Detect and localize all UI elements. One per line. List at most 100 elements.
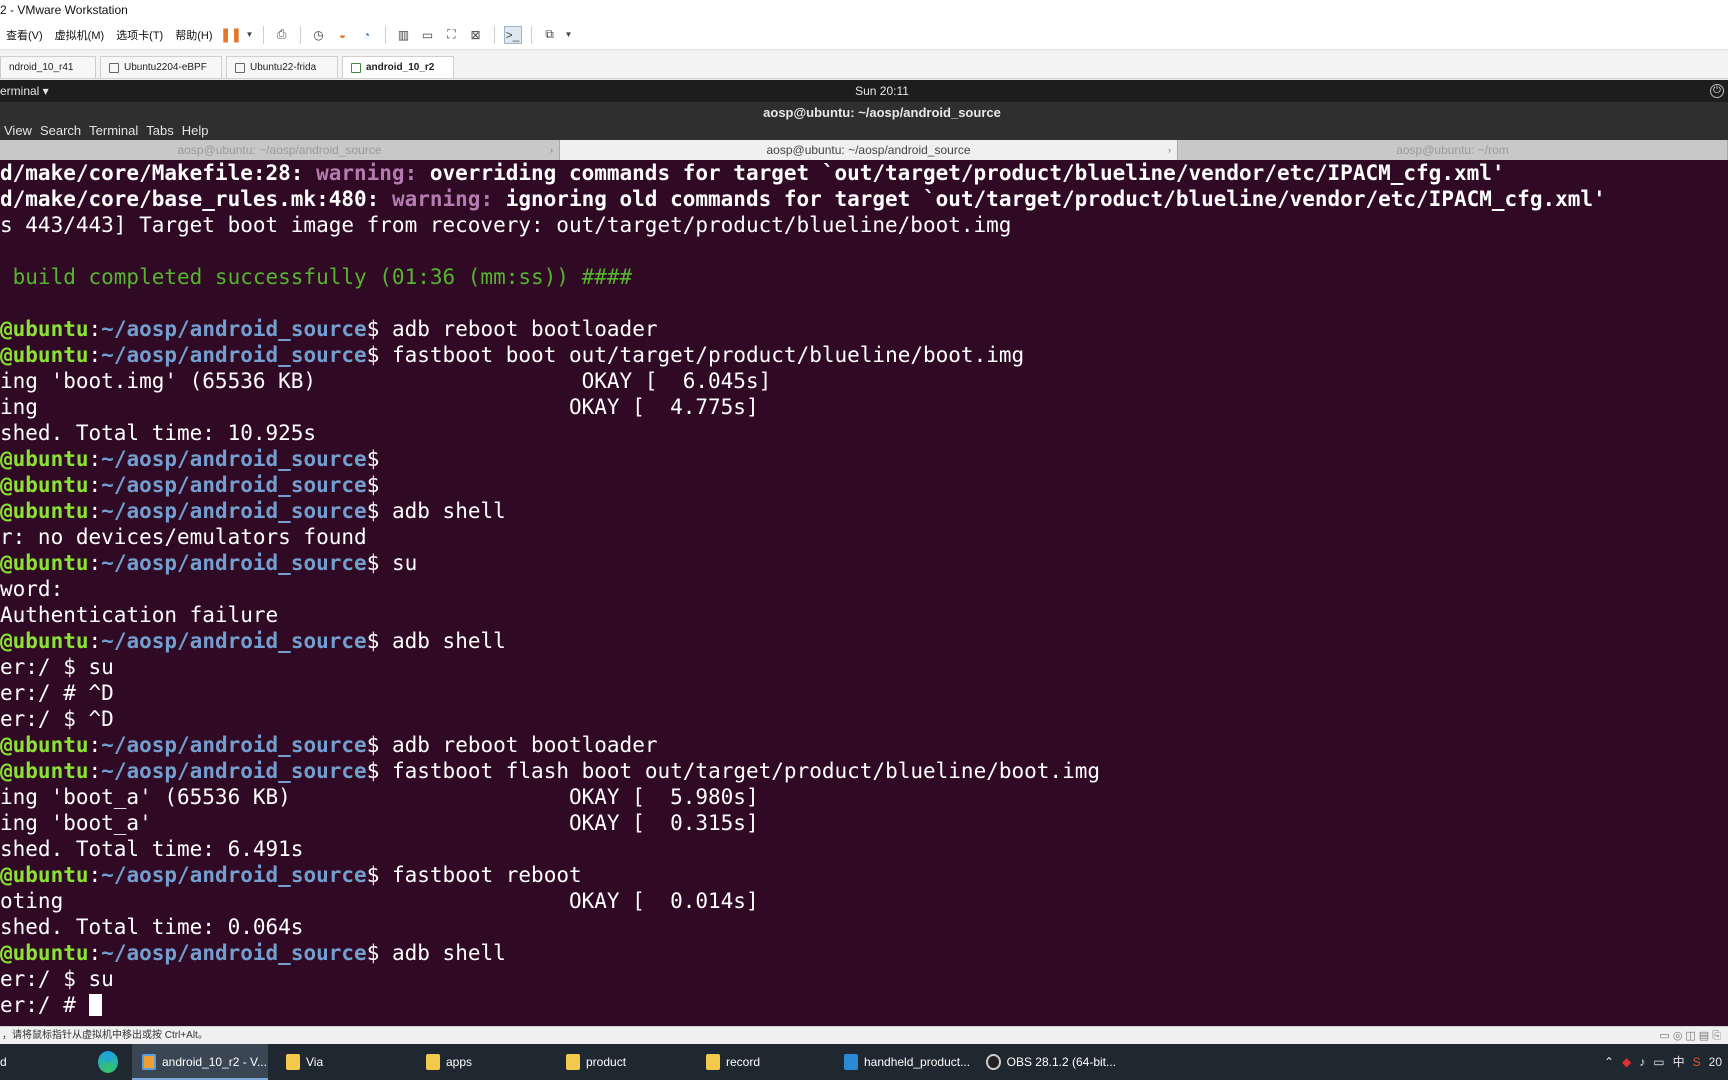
menu-vm[interactable]: 虚拟机(M)	[49, 27, 111, 43]
command-text: fastboot reboot	[379, 863, 582, 887]
terminal-tab[interactable]: aosp@ubuntu: ~/aosp/android_source ›	[0, 140, 560, 160]
menu-search[interactable]: Search	[36, 124, 85, 140]
output-text: ing OKAY [ 4.775s]	[0, 395, 759, 419]
vm-tab-label: ndroid_10_r41	[9, 61, 74, 73]
menu-view[interactable]: 查看(V)	[0, 27, 49, 43]
tab-close-icon[interactable]: ›	[1168, 140, 1171, 160]
input-method[interactable]: 中	[1673, 1044, 1685, 1080]
folder-icon	[566, 1054, 580, 1070]
prompt-symbol: $	[366, 629, 380, 653]
menu-terminal[interactable]: Terminal	[85, 124, 142, 140]
fullscreen-icon[interactable]: ⛶	[443, 26, 461, 44]
taskbar-item[interactable]: record	[706, 1044, 826, 1080]
folder-icon	[706, 1054, 720, 1070]
terminal-console-icon[interactable]: >_	[503, 25, 522, 44]
prompt-user: @ubuntu	[0, 317, 89, 341]
warning-message: ignoring old commands for target `out/ta…	[493, 187, 1606, 211]
vm-icon	[109, 62, 119, 73]
vm-tab-strip: ndroid_10_r41 Ubuntu2204-eBPF Ubuntu22-f…	[0, 51, 1728, 79]
terminal-line: d/make/core/base_rules.mk:480: warning: …	[0, 186, 1728, 212]
terminal-tab[interactable]: aosp@ubuntu: ~/rom	[1178, 140, 1728, 160]
terminal-line: shed. Total time: 0.064s	[0, 914, 1728, 940]
toolbar-separator	[530, 25, 532, 44]
menu-help[interactable]: 帮助(H)	[169, 27, 218, 43]
output-text: er:/ $ su	[0, 967, 114, 991]
sogou-icon[interactable]: S	[1693, 1044, 1701, 1080]
prompt-user: @ubuntu	[0, 629, 89, 653]
pause-icon[interactable]: ❚❚	[220, 26, 242, 44]
antivirus-icon[interactable]: ◆	[1622, 1044, 1631, 1080]
output-text: Authentication failure	[0, 603, 279, 627]
prompt-separator: :	[88, 759, 102, 783]
network-icon[interactable]: ▭	[1653, 1044, 1664, 1080]
system-menu-icon[interactable]: ⏻	[1710, 84, 1724, 98]
prompt-path: ~/aosp/android_source	[101, 343, 367, 367]
terminal-output[interactable]: d/make/core/Makefile:28: warning: overri…	[0, 160, 1728, 1026]
terminal-tab-active[interactable]: aosp@ubuntu: ~/aosp/android_source ›	[560, 140, 1178, 160]
text-cursor[interactable]	[88, 994, 102, 1016]
taskbar-item-label: handheld_product...	[864, 1055, 971, 1069]
clock[interactable]: Sun 20:11	[0, 80, 1728, 102]
menu-view[interactable]: View	[0, 124, 36, 140]
pause-dropdown-icon[interactable]: ▼	[246, 26, 254, 44]
taskbar-item-label: OBS 28.1.2 (64-bit...	[1006, 1055, 1116, 1069]
vm-tab[interactable]: Ubuntu22-frida	[226, 56, 338, 78]
prompt-separator: :	[88, 733, 102, 757]
chevron-up-icon[interactable]: ⌃	[1604, 1044, 1614, 1080]
menu-tabs[interactable]: Tabs	[142, 124, 177, 140]
taskbar-item-edge[interactable]	[98, 1044, 124, 1080]
status-hint: ，请将鼠标指针从虚拟机中移出或按 Ctrl+Alt。	[2, 1030, 208, 1041]
terminal-line: @ubuntu:~/aosp/android_source$	[0, 446, 1728, 472]
stretch-dropdown-icon[interactable]: ▼	[565, 26, 573, 44]
toolbar-separator	[493, 25, 495, 44]
prompt-separator: :	[88, 317, 102, 341]
menu-tabs[interactable]: 选项卡(T)	[110, 27, 169, 43]
prompt-separator: :	[88, 499, 102, 523]
console-view-icon[interactable]: ▭	[419, 26, 437, 44]
taskbar-item[interactable]: product	[566, 1044, 686, 1080]
terminal-line: @ubuntu:~/aosp/android_source$ adb reboo…	[0, 732, 1728, 758]
command-text: adb shell	[379, 629, 506, 653]
volume-icon[interactable]: ♪	[1639, 1044, 1645, 1080]
menu-help[interactable]: Help	[178, 124, 213, 140]
library-view-icon[interactable]: ▥	[395, 26, 413, 44]
taskbar-item-label: product	[586, 1055, 627, 1069]
vm-tab-active[interactable]: android_10_r2	[342, 56, 454, 78]
taskbar-item-label: record	[726, 1055, 761, 1069]
terminal-line: ing 'boot_a' (65536 KB) OKAY [ 5.980s]	[0, 784, 1728, 810]
unity-icon[interactable]: ⊠	[467, 26, 485, 44]
taskbar-item[interactable]: d	[0, 1044, 20, 1080]
terminal-line: @ubuntu:~/aosp/android_source$ adb shell	[0, 940, 1728, 966]
prompt-path: ~/aosp/android_source	[101, 863, 367, 887]
taskbar-item[interactable]: handheld_product...	[844, 1044, 974, 1080]
prompt-user: @ubuntu	[0, 499, 89, 523]
prompt-path: ~/aosp/android_source	[101, 499, 367, 523]
command-text: adb shell	[379, 499, 506, 523]
tray-clock[interactable]: 20	[1709, 1044, 1722, 1080]
vm-tab[interactable]: ndroid_10_r41	[0, 56, 96, 78]
prompt-path: ~/aosp/android_source	[101, 759, 367, 783]
output-text: s 443/443] Target boot image from recove…	[0, 213, 1012, 237]
snapshot-icon[interactable]: ◷	[310, 26, 328, 44]
taskbar-item[interactable]: Via	[286, 1044, 406, 1080]
toolbar-separator	[262, 25, 264, 44]
stretch-guest-icon[interactable]: ⧉	[541, 26, 559, 44]
terminal-line: oting OKAY [ 0.014s]	[0, 888, 1728, 914]
taskbar-item[interactable]: OBS 28.1.2 (64-bit...	[986, 1044, 1116, 1080]
taskbar-item-vmware[interactable]: android_10_r2 - V...	[132, 1044, 268, 1080]
taskbar-item[interactable]: apps	[426, 1044, 546, 1080]
tab-close-icon[interactable]: ›	[550, 140, 553, 160]
prompt-user: @ubuntu	[0, 551, 89, 575]
folder-icon	[286, 1054, 300, 1070]
terminal-tab-strip: aosp@ubuntu: ~/aosp/android_source › aos…	[0, 140, 1728, 160]
revert-snapshot-icon[interactable]: ◒	[334, 26, 352, 44]
vm-tab[interactable]: Ubuntu2204-eBPF	[100, 56, 222, 78]
snapshot-manager-icon[interactable]: ◔	[358, 26, 376, 44]
terminal-line: s 443/443] Target boot image from recove…	[0, 212, 1728, 238]
device-status-icons[interactable]: ▭◎◫▤⎘	[1659, 1027, 1724, 1045]
output-text: er:/ $ ^D	[0, 707, 114, 731]
send-ctrl-alt-del-icon[interactable]: ⎙	[273, 26, 291, 44]
taskbar-item-label: Via	[306, 1055, 324, 1069]
vm-tab-label: android_10_r2	[366, 61, 435, 73]
